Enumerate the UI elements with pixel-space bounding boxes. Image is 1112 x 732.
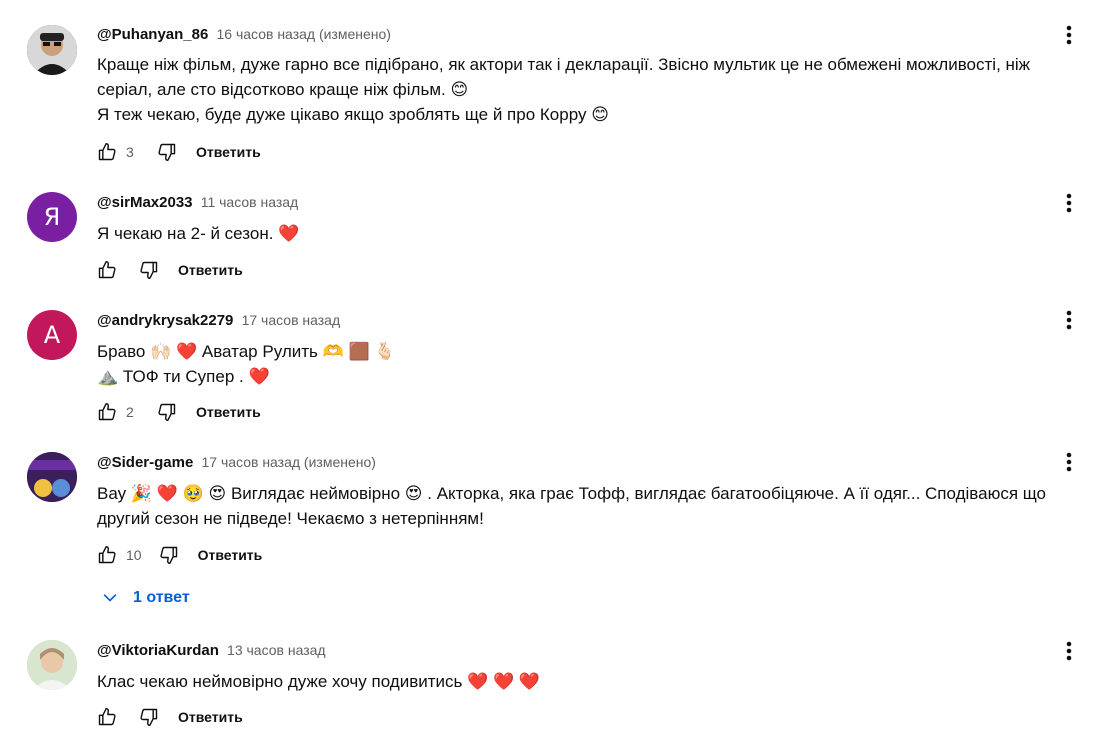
comment-text: Я чекаю на 2- й сезон. ❤️: [97, 221, 1092, 246]
reply-button[interactable]: Ответить: [196, 144, 261, 160]
like-icon: [98, 260, 116, 279]
comment-menu-button[interactable]: [1058, 309, 1080, 331]
avatar-photo: [27, 452, 77, 502]
dislike-button[interactable]: [158, 544, 180, 566]
comment-author[interactable]: @Sider-game: [97, 454, 193, 471]
reply-button[interactable]: Ответить: [198, 547, 263, 563]
comment-line: серіал, але сто відсотково краще ніж філ…: [97, 80, 469, 99]
like-icon: [98, 142, 116, 161]
comment-menu-button[interactable]: [1058, 192, 1080, 214]
comment-text: Вау 🎉 ❤️ 🥹 😍 Виглядає неймовірно 😍 . Акт…: [97, 481, 1092, 531]
comment-text: Браво 🙌🏻 ❤️ Аватар Рулить 🫶 🟫 🫰🏻 ⛰️ ТОФ …: [97, 339, 1092, 389]
like-count: 3: [126, 144, 134, 160]
avatar-photo: [27, 25, 77, 75]
more-vert-icon: [1066, 25, 1072, 45]
comment-menu-button[interactable]: [1058, 640, 1080, 662]
like-count: 2: [126, 404, 134, 420]
dislike-button[interactable]: [156, 401, 178, 423]
comment-time[interactable]: 16 часов назад (изменено): [217, 26, 391, 42]
replies-count-label: 1 ответ: [133, 589, 190, 606]
comment-line: Я чекаю на 2- й сезон. ❤️: [97, 224, 300, 243]
reply-button[interactable]: Ответить: [196, 404, 261, 420]
comment-author[interactable]: @ViktoriaKurdan: [97, 642, 219, 659]
comment-author[interactable]: @Puhanyan_86: [97, 26, 208, 43]
reply-button[interactable]: Ответить: [178, 709, 243, 725]
comment-line: Браво 🙌🏻 ❤️ Аватар Рулить 🫶 🟫 🫰🏻: [97, 342, 396, 361]
dislike-icon: [140, 261, 158, 280]
avatar[interactable]: [27, 640, 77, 690]
like-button[interactable]: [96, 401, 118, 423]
like-icon: [98, 545, 116, 564]
more-vert-icon: [1066, 641, 1072, 661]
dislike-icon: [158, 403, 176, 422]
comment-time[interactable]: 17 часов назад (изменено): [202, 454, 376, 470]
show-replies-button[interactable]: 1 ответ: [100, 586, 190, 610]
like-icon: [98, 707, 116, 726]
like-count: 10: [126, 547, 142, 563]
comment-line: Я теж чекаю, буде дуже цікаво якщо зробл…: [97, 105, 609, 124]
comment-time[interactable]: 17 часов назад: [242, 312, 341, 328]
dislike-icon: [140, 708, 158, 727]
like-button[interactable]: [96, 259, 118, 281]
reply-button[interactable]: Ответить: [178, 262, 243, 278]
comment-time[interactable]: 11 часов назад: [201, 194, 299, 210]
comment-menu-button[interactable]: [1058, 24, 1080, 46]
like-button[interactable]: [96, 544, 118, 566]
comment-menu-button[interactable]: [1058, 451, 1080, 473]
comment-time[interactable]: 13 часов назад: [227, 642, 326, 658]
more-vert-icon: [1066, 193, 1072, 213]
comment-line: Краще ніж фільм, дуже гарно все підібран…: [97, 55, 1031, 74]
chevron-down-icon: [103, 594, 117, 602]
dislike-button[interactable]: [138, 706, 160, 728]
comment-text: Клас чекаю неймовірно дуже хочу подивити…: [97, 669, 1092, 694]
comment-line: другий сезон не підведе! Чекаємо з нетер…: [97, 509, 484, 528]
more-vert-icon: [1066, 310, 1072, 330]
avatar[interactable]: [27, 25, 77, 75]
like-button[interactable]: [96, 141, 118, 163]
comment-author[interactable]: @andrykrysak2279: [97, 312, 233, 329]
dislike-button[interactable]: [156, 141, 178, 163]
more-vert-icon: [1066, 452, 1072, 472]
avatar-letter: A: [43, 321, 61, 349]
avatar-photo: [27, 640, 77, 690]
avatar[interactable]: Я: [27, 192, 77, 242]
dislike-icon: [158, 143, 176, 162]
comment-line: Вау 🎉 ❤️ 🥹 😍 Виглядає неймовірно 😍 . Акт…: [97, 484, 1047, 503]
dislike-icon: [159, 546, 177, 565]
comment-line: ⛰️ ТОФ ти Супер . ❤️: [97, 367, 270, 386]
avatar[interactable]: A: [27, 310, 77, 360]
comment-author[interactable]: @sirMax2033: [97, 194, 193, 211]
like-icon: [98, 402, 116, 421]
avatar[interactable]: [27, 452, 77, 502]
comment-text: Краще ніж фільм, дуже гарно все підібран…: [97, 52, 1092, 127]
avatar-letter: Я: [43, 203, 61, 231]
dislike-button[interactable]: [138, 259, 160, 281]
comment-line: Клас чекаю неймовірно дуже хочу подивити…: [97, 672, 541, 691]
like-button[interactable]: [96, 706, 118, 728]
